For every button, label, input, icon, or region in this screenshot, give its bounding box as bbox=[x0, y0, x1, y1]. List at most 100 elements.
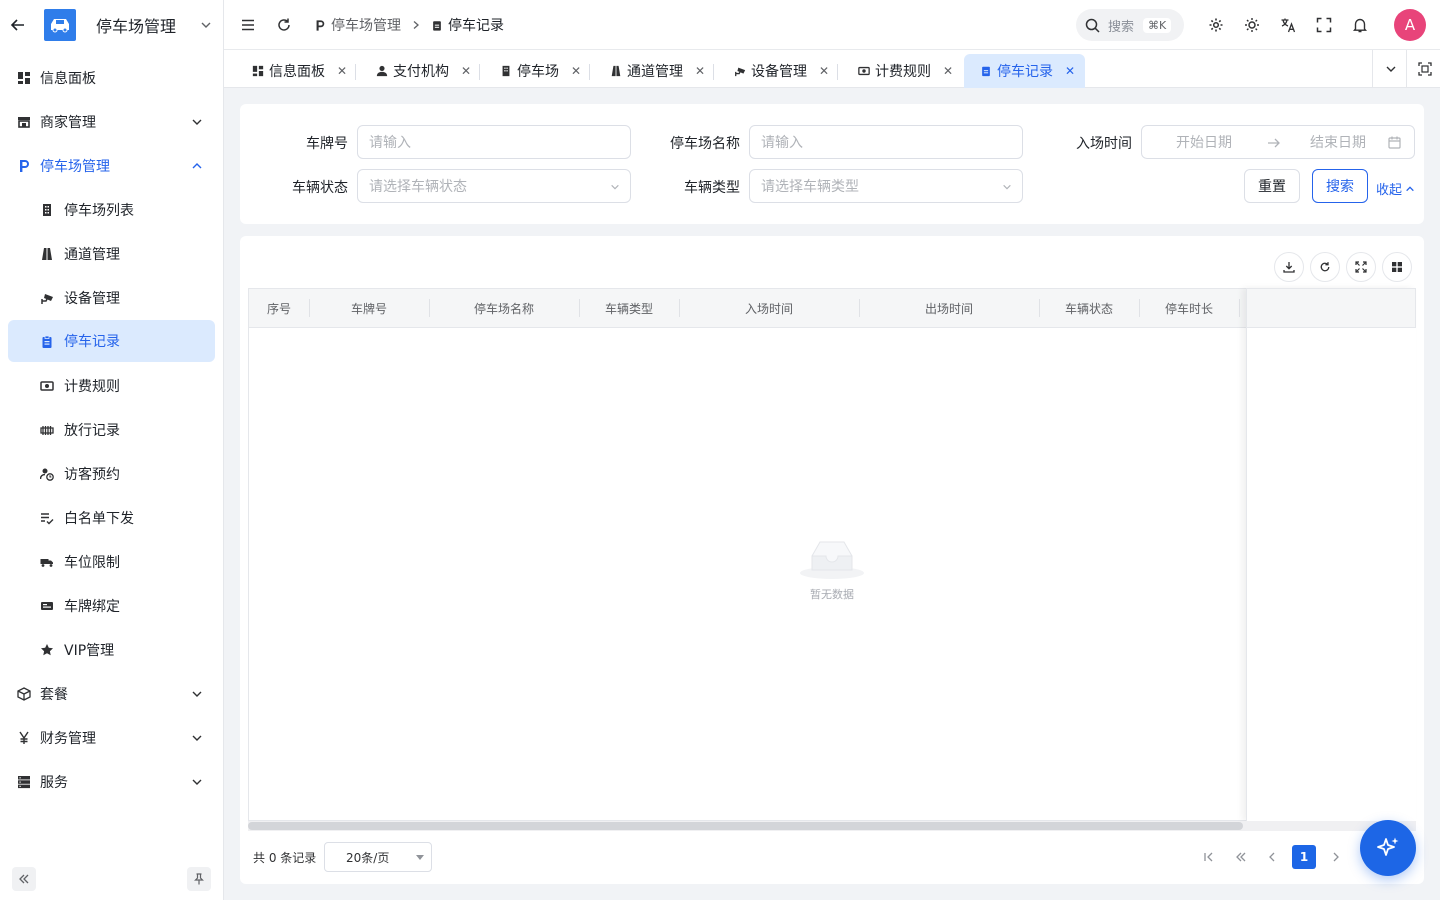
close-tab-button[interactable]: ✕ bbox=[943, 64, 953, 78]
breadcrumb-item-parking-records[interactable]: 停车记录 bbox=[431, 15, 504, 35]
scrollbar-thumb[interactable] bbox=[248, 822, 1243, 830]
first-page-button[interactable] bbox=[1197, 845, 1221, 869]
plate-input[interactable]: 请输入 bbox=[357, 125, 631, 159]
sidebar-header: 停车场管理 bbox=[0, 0, 223, 50]
empty-inbox-icon bbox=[800, 541, 864, 579]
parking-icon bbox=[316, 19, 325, 31]
prev-five-pages-button[interactable] bbox=[1229, 845, 1253, 869]
sidebar-item-channel[interactable]: 通道管理 bbox=[0, 232, 223, 276]
tab-billing-rules[interactable]: 计费规则 ✕ bbox=[858, 54, 953, 88]
app-switcher-button[interactable] bbox=[189, 19, 223, 31]
arrow-left-icon bbox=[10, 19, 24, 31]
chevron-right-icon bbox=[413, 21, 419, 29]
export-button[interactable] bbox=[1274, 252, 1304, 282]
back-button[interactable] bbox=[0, 0, 36, 50]
tab-parking-records[interactable]: 停车记录 ✕ bbox=[964, 54, 1086, 88]
sidebar-item-label: 停车场列表 bbox=[64, 203, 134, 219]
chevron-down-icon bbox=[192, 691, 202, 697]
column-header-vehicle-status: 车辆状态 bbox=[1064, 301, 1113, 316]
close-tab-button[interactable]: ✕ bbox=[1065, 64, 1075, 78]
vehicle-status-select[interactable]: 请选择车辆状态 bbox=[357, 169, 631, 203]
sidebar-item-merchant[interactable]: 商家管理 bbox=[0, 100, 223, 144]
plate-placeholder: 请输入 bbox=[369, 135, 411, 151]
caret-down-icon bbox=[416, 855, 424, 860]
sidebar-item-billing-rules[interactable]: 计费规则 bbox=[0, 364, 223, 408]
sidebar-item-plate-binding[interactable]: 车牌绑定 bbox=[0, 584, 223, 628]
sidebar-item-label: 计费规则 bbox=[64, 379, 120, 395]
search-button[interactable]: 搜索 bbox=[1312, 169, 1368, 203]
vehicle-type-placeholder: 请选择车辆类型 bbox=[761, 179, 859, 195]
tab-payment-institution[interactable]: 支付机构 ✕ bbox=[376, 54, 471, 88]
close-tab-button[interactable]: ✕ bbox=[819, 64, 829, 78]
horizontal-scrollbar[interactable] bbox=[248, 821, 1416, 831]
tab-channel[interactable]: 通道管理 ✕ bbox=[610, 54, 705, 88]
breadcrumb-item-parking-management[interactable]: 停车场管理 bbox=[314, 15, 401, 35]
collapse-filter-button[interactable]: 收起 bbox=[1376, 179, 1415, 198]
expand-icon bbox=[1355, 261, 1367, 273]
lot-name-input[interactable]: 请输入 bbox=[749, 125, 1023, 159]
prev-page-button[interactable] bbox=[1260, 845, 1284, 869]
collapse-sidebar-button[interactable] bbox=[12, 867, 36, 891]
sidebar-item-release-records[interactable]: 放行记录 bbox=[0, 408, 223, 452]
fixed-action-column bbox=[1246, 288, 1416, 821]
close-tab-button[interactable]: ✕ bbox=[337, 64, 347, 78]
column-settings-button[interactable] bbox=[1382, 252, 1412, 282]
table-header: 序号 车牌号 停车场名称 车辆类型 入场时间 出场时间 车辆状态 停车时长 bbox=[248, 288, 1416, 328]
tab-dashboard[interactable]: 信息面板 ✕ bbox=[252, 54, 347, 88]
table-refresh-button[interactable] bbox=[1310, 252, 1340, 282]
sidebar-item-device[interactable]: 设备管理 bbox=[0, 276, 223, 320]
next-page-button[interactable] bbox=[1324, 845, 1348, 869]
sidebar-item-dashboard[interactable]: 信息面板 bbox=[0, 56, 223, 100]
sidebar-item-package[interactable]: 套餐 bbox=[0, 672, 223, 716]
fixed-column-header bbox=[1247, 288, 1416, 328]
translate-icon bbox=[1281, 18, 1296, 33]
tab-parking-lot[interactable]: 停车场 ✕ bbox=[500, 54, 581, 88]
refresh-button[interactable] bbox=[272, 13, 296, 37]
language-button[interactable] bbox=[1276, 13, 1300, 37]
tab-label: 停车场 bbox=[517, 64, 559, 80]
total-count: 共 0 条记录 bbox=[253, 851, 317, 865]
app-logo bbox=[44, 9, 76, 41]
entry-date-range[interactable]: 开始日期 结束日期 bbox=[1141, 125, 1415, 159]
content-fullscreen-button[interactable] bbox=[1406, 50, 1440, 88]
sidebar-item-parking-records[interactable]: 停车记录 bbox=[8, 320, 215, 362]
theme-toggle-button[interactable] bbox=[1240, 13, 1264, 37]
tab-device[interactable]: 设备管理 ✕ bbox=[734, 54, 829, 88]
close-tab-button[interactable]: ✕ bbox=[695, 64, 705, 78]
road-icon bbox=[611, 65, 621, 77]
notifications-button[interactable] bbox=[1348, 13, 1372, 37]
chevron-down-icon bbox=[1003, 184, 1011, 190]
menu-toggle-button[interactable] bbox=[236, 13, 260, 37]
search-icon bbox=[1085, 18, 1100, 33]
page-size-select[interactable]: 20条/页 bbox=[324, 842, 432, 872]
sidebar-item-label: 车牌绑定 bbox=[64, 599, 120, 615]
vehicle-type-select[interactable]: 请选择车辆类型 bbox=[749, 169, 1023, 203]
ai-assistant-button[interactable] bbox=[1360, 820, 1416, 876]
reset-button[interactable]: 重置 bbox=[1244, 169, 1300, 203]
fullscreen-button[interactable] bbox=[1312, 13, 1336, 37]
table-fullscreen-button[interactable] bbox=[1346, 252, 1376, 282]
settings-button[interactable] bbox=[1204, 13, 1228, 37]
sidebar-item-parking-management[interactable]: 停车场管理 bbox=[0, 144, 223, 188]
column-header-exit-time: 出场时间 bbox=[924, 301, 973, 316]
sparkle-icon bbox=[1377, 837, 1399, 856]
sidebar-item-vip[interactable]: VIP管理 bbox=[0, 628, 223, 672]
close-tab-button[interactable]: ✕ bbox=[461, 64, 471, 78]
sidebar-item-service[interactable]: 服务 bbox=[0, 760, 223, 804]
sidebar-item-label: 信息面板 bbox=[40, 71, 96, 87]
pin-sidebar-button[interactable] bbox=[187, 867, 211, 891]
user-avatar[interactable]: A bbox=[1394, 9, 1426, 41]
breadcrumb-label: 停车场管理 bbox=[331, 18, 401, 34]
hamburger-icon bbox=[242, 19, 254, 31]
sidebar-item-space-limit[interactable]: 车位限制 bbox=[0, 540, 223, 584]
close-tab-button[interactable]: ✕ bbox=[571, 64, 581, 78]
sidebar-item-whitelist[interactable]: 白名单下发 bbox=[0, 496, 223, 540]
sidebar-item-visitor-booking[interactable]: 访客预约 bbox=[0, 452, 223, 496]
sidebar-item-label: 财务管理 bbox=[40, 731, 96, 747]
sidebar-item-parking-list[interactable]: 停车场列表 bbox=[0, 188, 223, 232]
sidebar-item-label: 通道管理 bbox=[64, 247, 120, 263]
page-number-current[interactable]: 1 bbox=[1292, 845, 1316, 869]
sidebar-item-finance[interactable]: 财务管理 bbox=[0, 716, 223, 760]
tabs-dropdown-button[interactable] bbox=[1372, 50, 1408, 88]
global-search-button[interactable]: 搜索 ⌘K bbox=[1076, 9, 1184, 41]
